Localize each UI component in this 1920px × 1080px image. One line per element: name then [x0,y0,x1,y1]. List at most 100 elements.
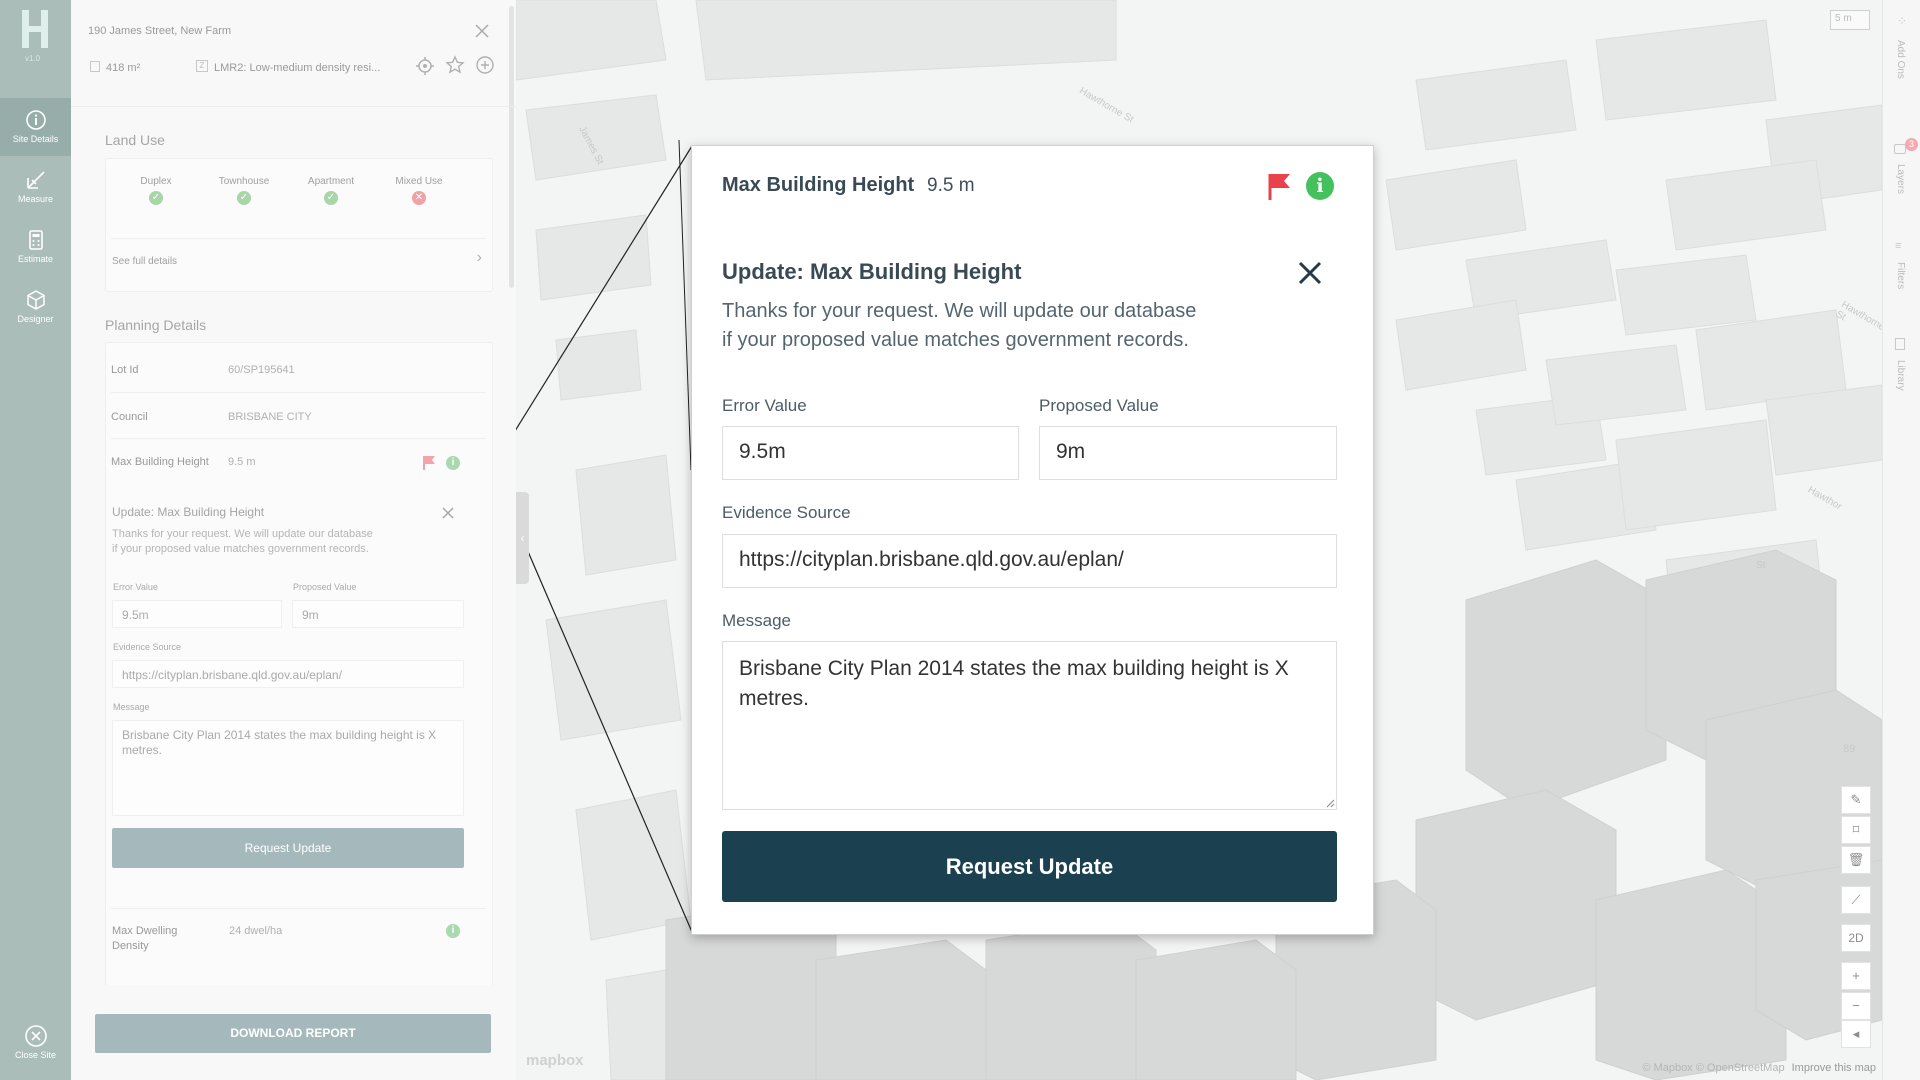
area-icon [90,61,100,72]
council-label: Council [111,411,148,423]
chevron-right-icon: › [476,249,482,266]
divider [111,392,486,393]
mini-message-label: Message [113,702,150,712]
error-value-input[interactable]: 9.5m [722,426,1019,480]
filters-icon: ≡ [1895,240,1902,252]
plus-icon: + [1852,968,1860,983]
zoom-in-button[interactable]: + [1841,962,1871,990]
mbh-label: Max Building Height [111,456,209,468]
rail-site-details[interactable]: Site Details [0,98,71,156]
rail-estimate[interactable]: Estimate [0,218,71,276]
building-number: 89 [1843,743,1856,755]
mini-evidence-input[interactable]: https://cityplan.brisbane.qld.gov.au/epl… [112,660,464,688]
rail-label: Site Details [12,134,59,144]
ruler-icon: ⟋ [1851,892,1861,907]
minus-icon: − [1852,998,1860,1013]
star-icon[interactable] [445,55,465,75]
site-details-panel: 190 James Street, New Farm 418 m² Z LMR2… [71,0,516,1080]
update-title: Update: Max Building Height [722,259,1022,284]
land-use-mixed: Mixed Use ✕ [384,176,454,205]
flag-icon[interactable] [1266,172,1292,202]
error-value-label: Error Value [722,396,807,415]
density-label-1: Max Dwelling [112,925,178,937]
info-icon[interactable]: i [446,924,460,938]
close-site-button[interactable]: Close Site [0,1014,71,1072]
land-use-label: Apartment [307,176,355,187]
info-icon[interactable]: i [446,456,460,470]
mini-error-input[interactable]: 9.5m [112,600,282,628]
mini-thanks-2: if your proposed value matches governmen… [112,543,369,555]
panel-scrollbar[interactable] [509,6,514,288]
divider [111,238,486,239]
see-full-details-link[interactable]: See full details › [112,249,488,269]
right-tab-rail: ⁘ Add Ons 3 Layers ≡ Filters Library [1882,0,1920,1080]
library-icon [1895,338,1905,350]
mini-update-title: Update: Max Building Height [112,505,265,519]
mini-thanks-1: Thanks for your request. We will update … [112,528,373,540]
mini-message-input[interactable]: Brisbane City Plan 2014 states the max b… [112,720,464,816]
measure-tool-button[interactable]: ⟋ [1841,886,1871,914]
trash-icon: 🗑 [1847,852,1865,867]
land-use-label: Mixed Use [395,176,443,187]
download-report-button[interactable]: DOWNLOAD REPORT [95,1014,491,1053]
mapbox-logo[interactable]: mapbox [526,1052,584,1069]
land-use-label: Duplex [140,176,172,187]
toggle-2d-button[interactable]: 2D [1841,924,1871,952]
info-icon[interactable]: i [1306,172,1334,200]
street-label: St [1756,560,1766,571]
tab-library[interactable]: Library [1895,360,1906,391]
add-icon[interactable] [475,55,495,75]
check-icon: ✓ [324,191,338,205]
map-attribution: © Mapbox © OpenStreetMap Improve this ma… [1642,1062,1876,1074]
resize-handle-icon[interactable] [1325,798,1335,808]
evidence-source-input[interactable]: https://cityplan.brisbane.qld.gov.au/epl… [722,534,1337,588]
see-full-details-label: See full details [112,256,178,267]
rail-measure[interactable]: Measure [0,158,71,216]
calculator-icon [28,230,43,250]
improve-map-link[interactable]: Improve this map [1792,1062,1876,1074]
app-rail: v1.0 Site Details Measure Estimate Desig… [0,0,71,1080]
draw-polygon-button[interactable]: ⌑ [1841,816,1871,844]
pencil-icon: ✎ [1850,792,1862,807]
proposed-value-input[interactable]: 9m [1039,426,1337,480]
locate-icon[interactable] [415,56,435,76]
site-area: 418 m² [106,62,141,74]
mini-request-button[interactable]: Request Update [112,828,464,868]
land-use-duplex: Duplex ✓ [121,176,191,205]
zoom-out-button[interactable]: − [1841,992,1871,1020]
rail-label: Measure [17,194,53,204]
density-value: 24 dwel/ha [229,925,283,937]
tab-filters[interactable]: Filters [1895,262,1906,289]
dialog-field-title: Max Building Height [722,174,915,196]
compass-button[interactable]: ◂ [1841,1020,1871,1048]
land-use-label: Townhouse [218,176,270,187]
flag-icon[interactable] [422,455,436,471]
planning-title: Planning Details [105,317,207,333]
polygon-icon: ⌑ [1852,822,1860,837]
proposed-value-label: Proposed Value [1039,396,1159,415]
mini-proposed-input[interactable]: 9m [292,600,464,628]
tab-layers[interactable]: Layers [1895,164,1906,194]
dialog-field-value: 9.5 m [927,175,975,196]
update-request-dialog: Max Building Height 9.5 m i Update: Max … [691,145,1374,935]
close-icon[interactable] [1295,258,1325,288]
message-textarea[interactable]: Brisbane City Plan 2014 states the max b… [722,641,1337,810]
map-collapse-handle[interactable]: ‹ [516,492,529,584]
land-use-apartment: Apartment ✓ [296,176,366,205]
close-panel-icon[interactable] [474,23,490,39]
layers-badge: 3 [1905,138,1918,151]
mini-close-icon[interactable] [441,506,455,520]
compass-icon: ◂ [1852,1026,1860,1041]
divider [111,438,486,439]
rail-designer[interactable]: Designer [0,278,71,336]
close-circle-icon [24,1025,47,1047]
request-update-button[interactable]: Request Update [722,831,1337,902]
attribution-text[interactable]: © Mapbox © OpenStreetMap [1642,1062,1784,1074]
draw-line-button[interactable]: ✎ [1841,786,1871,814]
delete-drawing-button[interactable]: 🗑 [1841,846,1871,874]
evidence-source-label: Evidence Source [722,503,851,522]
tab-add-ons[interactable]: Add Ons [1895,40,1906,79]
divider [71,106,516,107]
rail-label: Close Site [14,1050,57,1060]
cube-icon [26,290,45,310]
